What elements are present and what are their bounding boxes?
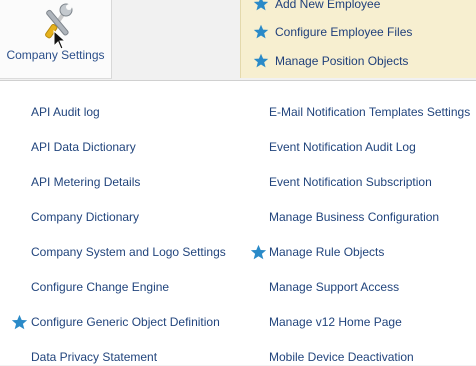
star-icon bbox=[253, 53, 269, 68]
menu-item-manage-business-configuration[interactable]: Manage Business Configuration bbox=[269, 208, 439, 226]
menu-item-manage-v12-home-page[interactable]: Manage v12 Home Page bbox=[269, 313, 402, 331]
favorites-panel: Add New Employee Configure Employee File… bbox=[240, 0, 476, 78]
star-icon[interactable] bbox=[11, 314, 28, 331]
menu-item-data-privacy-statement[interactable]: Data Privacy Statement bbox=[31, 348, 157, 366]
favorite-add-new-employee[interactable]: Add New Employee bbox=[253, 0, 381, 14]
menu-item-mobile-device-deactivation[interactable]: Mobile Device Deactivation bbox=[269, 348, 414, 366]
favorite-label: Manage Position Objects bbox=[275, 54, 409, 68]
menu-item-company-dictionary[interactable]: Company Dictionary bbox=[31, 208, 139, 226]
star-icon bbox=[253, 24, 269, 39]
company-settings-menu: API Audit log API Data Dictionary API Me… bbox=[0, 80, 476, 365]
star-icon[interactable] bbox=[250, 244, 267, 261]
menu-item-company-system-logo-settings[interactable]: Company System and Logo Settings bbox=[31, 243, 226, 261]
top-bar: Company Settings Add New Employee Config… bbox=[0, 0, 476, 80]
menu-item-event-notification-audit-log[interactable]: Event Notification Audit Log bbox=[269, 138, 416, 156]
favorite-label: Configure Employee Files bbox=[275, 25, 413, 39]
star-icon bbox=[253, 0, 269, 11]
favorite-manage-position-objects[interactable]: Manage Position Objects bbox=[253, 51, 409, 71]
mouse-cursor-icon bbox=[53, 30, 67, 50]
favorite-configure-employee-files[interactable]: Configure Employee Files bbox=[253, 22, 413, 42]
menu-item-api-audit-log[interactable]: API Audit log bbox=[31, 103, 100, 121]
menu-item-event-notification-subscription[interactable]: Event Notification Subscription bbox=[269, 173, 432, 191]
favorite-label: Add New Employee bbox=[275, 0, 381, 11]
menu-item-email-notification-templates-settings[interactable]: E-Mail Notification Templates Settings bbox=[269, 103, 470, 121]
menu-item-manage-rule-objects[interactable]: Manage Rule Objects bbox=[269, 243, 384, 261]
menu-item-api-metering-details[interactable]: API Metering Details bbox=[31, 173, 140, 191]
company-settings-tile[interactable]: Company Settings bbox=[0, 0, 112, 79]
menu-item-configure-generic-object-definition[interactable]: Configure Generic Object Definition bbox=[31, 313, 220, 331]
menu-item-configure-change-engine[interactable]: Configure Change Engine bbox=[31, 278, 169, 296]
menu-item-api-data-dictionary[interactable]: API Data Dictionary bbox=[31, 138, 136, 156]
menu-item-manage-support-access[interactable]: Manage Support Access bbox=[269, 278, 399, 296]
company-settings-label: Company Settings bbox=[6, 48, 105, 62]
